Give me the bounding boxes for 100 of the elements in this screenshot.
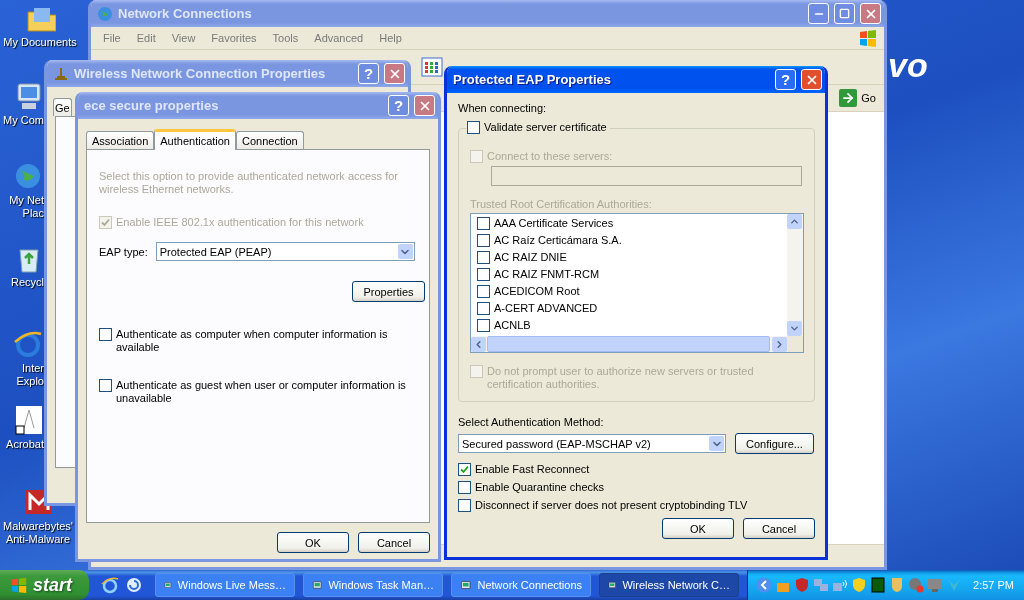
properties-button[interactable]: Properties [352, 281, 425, 302]
list-label: Trusted Root Certification Authorities: [470, 198, 653, 210]
menu-item[interactable]: Advanced [306, 32, 372, 44]
maximize-button[interactable] [834, 3, 855, 24]
scroll-right-button[interactable] [772, 336, 787, 352]
eap-type-label: EAP type: [99, 245, 148, 258]
taskbar-button[interactable]: Windows Task Man… [303, 573, 444, 597]
tab[interactable]: Connection [236, 131, 304, 149]
configure-button[interactable]: Configure... [735, 433, 814, 454]
ok-button[interactable]: OK [662, 518, 734, 539]
method-label: Select Authentication Method: [458, 416, 605, 428]
ok-button[interactable]: OK [277, 532, 349, 553]
window-title: ece secure properties [84, 98, 220, 113]
scroll-up-button[interactable] [787, 214, 802, 229]
menu-item[interactable]: View [163, 32, 204, 44]
view-grid-icon[interactable] [421, 57, 443, 77]
checkbox-label: Authenticate as guest when user or computer information is unavailable [116, 379, 407, 405]
close-button[interactable] [860, 3, 881, 24]
scroll-left-button[interactable] [471, 336, 486, 352]
checkbox-label: Enable Quarantine checks [475, 481, 605, 494]
checkbox[interactable] [99, 379, 112, 392]
cancel-button[interactable]: Cancel [358, 532, 430, 553]
chevron-up-icon [789, 216, 800, 227]
eap-type-dropdown[interactable]: Protected EAP (PEAP) [155, 242, 415, 261]
checkbox-label: Connect to these servers: [487, 150, 613, 163]
windows-flag-icon [858, 29, 878, 47]
checkbox[interactable] [467, 121, 480, 134]
checkbox-label: A-CERT ADVANCED [494, 302, 598, 315]
taskbar-button[interactable]: Windows Live Mess… [155, 573, 296, 597]
method-dropdown[interactable]: Secured password (EAP-MSCHAP v2) [458, 434, 726, 453]
window-title: Wireless Network Connection Properties [74, 66, 327, 81]
desktop-icon-label[interactable]: Recycl [11, 276, 44, 289]
checkbox-label: ACNLB [494, 319, 531, 332]
window-title: Protected EAP Properties [453, 72, 612, 87]
menu-item[interactable]: Favorites [203, 32, 265, 44]
checkbox-label: Enable Fast Reconnect [475, 463, 590, 476]
menu-item[interactable]: Edit [128, 32, 164, 44]
menu-item[interactable]: Tools [264, 32, 307, 44]
taskbar-button[interactable]: Network Connections [451, 573, 592, 597]
shield-icon[interactable] [794, 577, 811, 593]
certificate-list[interactable]: AAA Certificate Services AC Raíz Certicámara S.A. AC RAIZ DNIE AC RAIZ FNMT-RCM ACEDICOM Root A-CERT ADVANCED ACNLB [470, 213, 804, 353]
checkbox-label: Validate server certificate [484, 121, 607, 134]
desktop-icon-label[interactable]: My Com [3, 114, 44, 127]
checkbox[interactable] [477, 285, 490, 298]
checkbox[interactable] [477, 217, 490, 230]
checkbox-label: AC RAIZ DNIE [494, 251, 567, 264]
meter-icon[interactable] [870, 577, 887, 593]
tab[interactable]: Ge [53, 98, 72, 116]
checkbox-label: Do not prompt user to authorize new servers or trusted certification authorities. [487, 365, 755, 391]
checkbox-label: AAA Certificate Services [494, 217, 614, 230]
clock: 2:57 PM [973, 579, 1014, 591]
menu-item[interactable]: Help [371, 32, 410, 44]
scroll-down-button[interactable] [787, 321, 802, 336]
windows-flag-icon [10, 576, 28, 594]
chevron-right-icon [774, 338, 785, 350]
desktop-icon-label[interactable]: My Net Plac [9, 194, 44, 220]
help-button[interactable]: ? [775, 69, 796, 90]
taskbar-button[interactable]: Wireless Network C… [599, 573, 740, 597]
menu-item[interactable]: File [95, 32, 129, 44]
checkbox[interactable] [477, 268, 490, 281]
tab[interactable]: Association [86, 131, 155, 149]
blocked-icon[interactable] [908, 577, 925, 593]
checkbox-label: ACEDICOM Root [494, 285, 580, 298]
tab[interactable]: Authentication [154, 129, 236, 150]
checkbox[interactable] [458, 481, 471, 494]
desktop-icon-label[interactable]: Acrobat [6, 438, 44, 451]
refresh-icon[interactable] [125, 576, 144, 594]
desktop-icon-label[interactable]: My Documents [3, 36, 77, 49]
close-button[interactable] [384, 63, 405, 84]
checkbox-label: AC Raíz Certicámara S.A. [494, 234, 622, 247]
checkbox-label: Authenticate as computer when computer information is available [116, 328, 389, 354]
chevron-left-icon[interactable] [756, 577, 773, 593]
go-button[interactable]: Go [839, 89, 876, 107]
window-title: Network Connections [118, 6, 253, 21]
checkbox-label: AC RAIZ FNMT-RCM [494, 268, 600, 281]
wireless-icon[interactable] [832, 577, 849, 593]
vertical-scrollbar[interactable] [787, 214, 803, 336]
document-icon[interactable] [12, 404, 44, 436]
section-label: When connecting: [458, 102, 548, 114]
maximize-icon [839, 8, 850, 19]
description-text: Select this option to provide authenticated network access for wireless Ethernet networks. [99, 170, 399, 196]
desktop-icon-label[interactable]: Inter Explo [16, 362, 44, 388]
start-button[interactable]: start [0, 570, 90, 600]
checkbox[interactable] [477, 251, 490, 264]
minimize-button[interactable] [808, 3, 829, 24]
checkbox[interactable] [99, 328, 112, 341]
close-button[interactable] [414, 95, 435, 116]
checkbox-label: Enable IEEE 802.1x authentication for this network [116, 216, 364, 229]
globe-icon [97, 5, 113, 22]
browser-icon[interactable] [101, 576, 120, 594]
checkbox[interactable] [477, 319, 490, 332]
close-button[interactable] [801, 69, 822, 90]
checkbox[interactable] [458, 499, 471, 512]
cancel-button[interactable]: Cancel [743, 518, 815, 539]
checkbox[interactable] [477, 302, 490, 315]
checkbox[interactable] [477, 234, 490, 247]
desktop-icon-label[interactable]: Malwarebytes' Anti-Malware [3, 520, 73, 546]
chevron-down-icon [789, 323, 800, 334]
monitor-icon[interactable] [927, 577, 944, 593]
checkbox[interactable] [458, 463, 471, 476]
